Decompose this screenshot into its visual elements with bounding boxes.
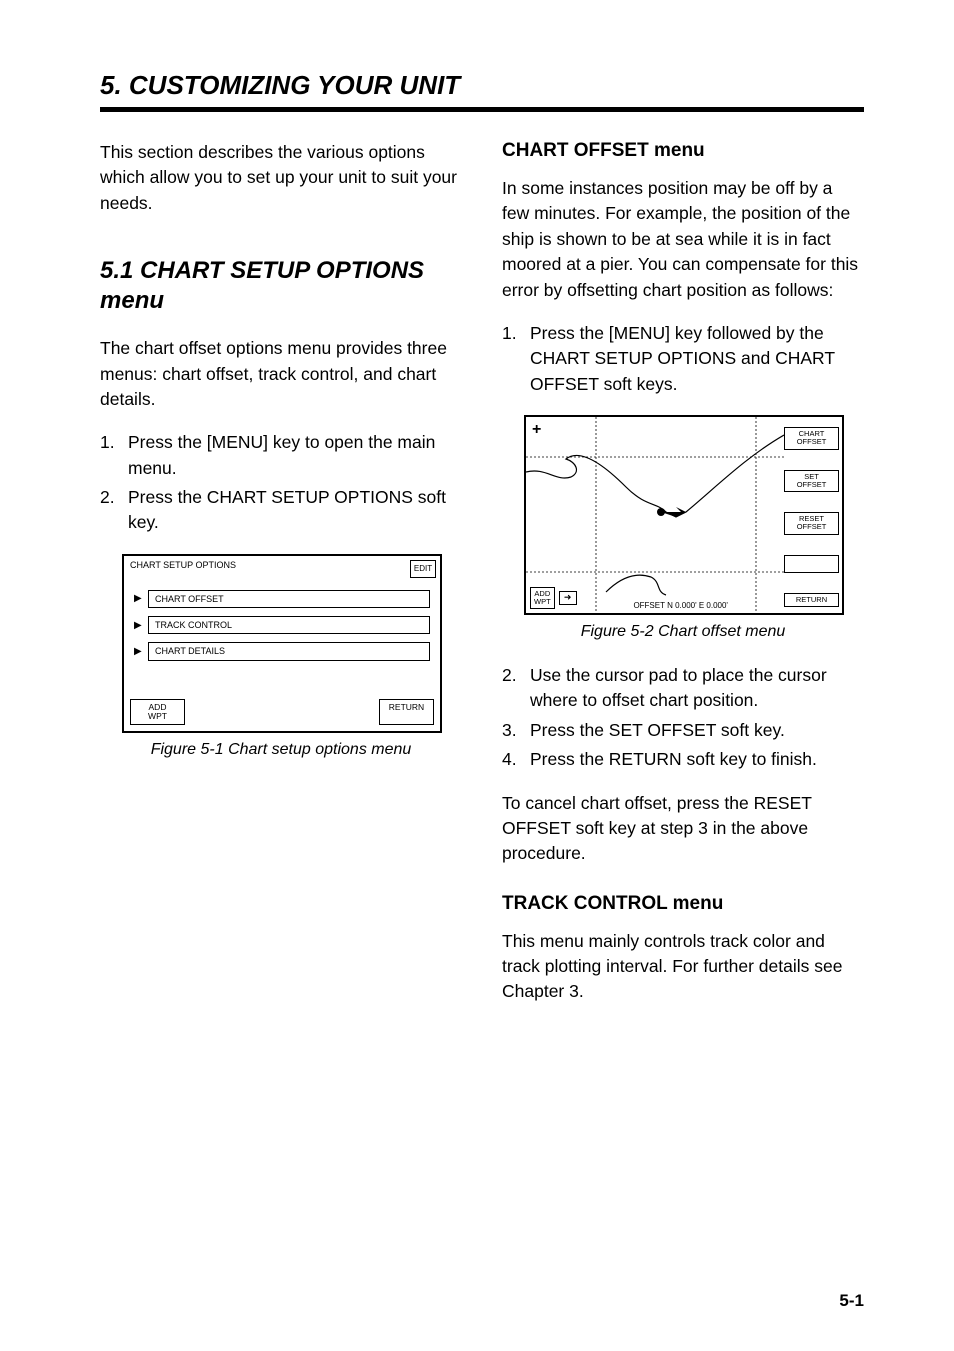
section-5-1-heading: 5.1 CHART SETUP OPTIONS menu bbox=[100, 256, 462, 316]
chart-offset-steps-a: 1.Press the [MENU] key followed by the C… bbox=[502, 321, 864, 397]
figure-chart-offset: + CHART OFFSET SET OFFSET bbox=[524, 415, 844, 615]
figure-5-1-caption: Figure 5-1 Chart setup options menu bbox=[100, 741, 462, 759]
soft-key-set-offset: SET OFFSET bbox=[784, 470, 839, 493]
step-text: Press the [MENU] key followed by the CHA… bbox=[530, 321, 864, 397]
intro-paragraph: This section describes the various optio… bbox=[100, 140, 462, 216]
card-icon: ➜ bbox=[559, 591, 577, 605]
step-number: 2. bbox=[100, 485, 128, 536]
heading-rule bbox=[100, 107, 864, 112]
figure-5-2-caption: Figure 5-2 Chart offset menu bbox=[502, 623, 864, 641]
step-text: Press the SET OFFSET soft key. bbox=[530, 718, 864, 743]
soft-key-reset-offset: RESET OFFSET bbox=[784, 512, 839, 535]
arrow-icon: ▶ bbox=[134, 620, 148, 632]
menu-option: CHART OFFSET bbox=[148, 590, 430, 608]
step-number: 1. bbox=[502, 321, 530, 397]
step-text: Press the CHART SETUP OPTIONS soft key. bbox=[128, 485, 462, 536]
track-control-para: This menu mainly controls track color an… bbox=[502, 929, 864, 1005]
menu-option: TRACK CONTROL bbox=[148, 616, 430, 634]
soft-key-blank bbox=[784, 555, 839, 573]
arrow-icon: ▶ bbox=[134, 646, 148, 658]
figure-chart-setup-menu: CHART SETUP OPTIONS EDIT ▶ CHART OFFSET … bbox=[122, 554, 442, 734]
menu-option: CHART DETAILS bbox=[148, 642, 430, 660]
chart-offset-heading: CHART OFFSET menu bbox=[502, 140, 864, 162]
step-number: 3. bbox=[502, 718, 530, 743]
soft-key-column: CHART OFFSET SET OFFSET RESET OFFSET RET… bbox=[784, 427, 839, 607]
step-number: 1. bbox=[100, 430, 128, 481]
cancel-offset-para: To cancel chart offset, press the RESET … bbox=[502, 791, 864, 867]
arrow-icon: ▶ bbox=[134, 593, 148, 605]
edit-button: EDIT bbox=[410, 560, 436, 578]
page-number: 5-1 bbox=[839, 1291, 864, 1311]
section-5-1-para: The chart offset options menu provides t… bbox=[100, 336, 462, 412]
step-text: Use the cursor pad to place the cursor w… bbox=[530, 663, 864, 714]
chart-map-graphic bbox=[526, 417, 784, 615]
section-5-1-steps: 1.Press the [MENU] key to open the main … bbox=[100, 430, 462, 536]
return-button: RETURN bbox=[379, 699, 434, 726]
soft-key-chart-offset: CHART OFFSET bbox=[784, 427, 839, 450]
add-wpt-button: ADD WPT bbox=[130, 699, 185, 726]
step-number: 2. bbox=[502, 663, 530, 714]
step-number: 4. bbox=[502, 747, 530, 772]
add-wpt-button: ADD WPT bbox=[530, 587, 555, 610]
step-text: Press the RETURN soft key to finish. bbox=[530, 747, 864, 772]
soft-key-return: RETURN bbox=[784, 593, 839, 607]
track-control-heading: TRACK CONTROL menu bbox=[502, 893, 864, 915]
chapter-title: 5. CUSTOMIZING YOUR UNIT bbox=[100, 70, 864, 101]
chart-offset-steps-b: 2.Use the cursor pad to place the cursor… bbox=[502, 663, 864, 773]
figure-title: CHART SETUP OPTIONS bbox=[130, 560, 236, 578]
step-text: Press the [MENU] key to open the main me… bbox=[128, 430, 462, 481]
offset-readout: OFFSET N 0.000' E 0.000' bbox=[633, 601, 728, 610]
chart-offset-para: In some instances position may be off by… bbox=[502, 176, 864, 303]
